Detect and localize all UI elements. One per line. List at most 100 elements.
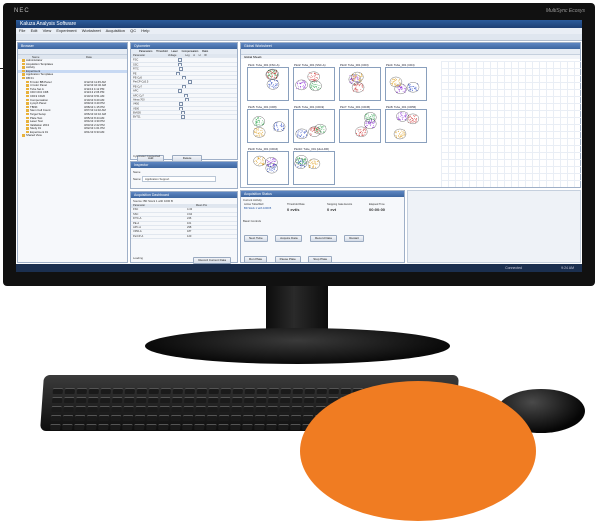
restart-button[interactable]: Restart <box>344 235 364 242</box>
taskbar-clock: 9:24 AM <box>561 266 574 270</box>
source-label: Source <box>133 199 142 203</box>
menu-experiment[interactable]: Experiment <box>56 28 76 33</box>
browser-item-label: Stem Cell Count <box>30 109 51 113</box>
checkbox-icon[interactable] <box>178 62 183 67</box>
checkbox-icon[interactable] <box>180 111 185 115</box>
dot-plot[interactable]: Plot9: Tube_001 (CD16) <box>247 147 289 185</box>
checkbox-icon[interactable] <box>181 75 186 80</box>
dashboard-param: PE-A <box>133 221 140 225</box>
menu-help[interactable]: Help <box>141 28 149 33</box>
keyboard-key <box>158 424 169 430</box>
checkbox-icon[interactable] <box>179 102 184 106</box>
record-data-button[interactable]: Record Data <box>309 235 337 242</box>
folder-icon <box>26 98 29 102</box>
parameter-name: BV711 <box>133 116 141 120</box>
menu-file[interactable]: File <box>19 28 25 33</box>
plot-title: Plot1: Tube_001 (FSC-A) <box>248 63 280 67</box>
next-tube-button[interactable]: Next Tube <box>244 235 268 242</box>
parameter-row[interactable]: BV711 <box>131 115 237 120</box>
checkbox-icon[interactable] <box>181 84 186 89</box>
acquisition-status-panel: Acquisition Status Current Activity Acti… <box>240 190 405 263</box>
keyboard-key <box>134 424 145 430</box>
checkbox-icon[interactable] <box>188 80 193 84</box>
plot-area: Plot1: Tube_001 (FSC-A) Plot2: Tube_001 (… <box>241 59 441 185</box>
source-value[interactable]: BD Stock 1 with 1000 B <box>143 199 172 203</box>
record-current-button[interactable]: Record Current Data <box>193 257 231 264</box>
dot-plot[interactable]: Plot1: Tube_001 (FSC-A) <box>247 63 289 101</box>
dot-plot[interactable]: Plot8: Tube_001 (CD56) <box>385 105 427 143</box>
folder-icon <box>26 102 29 105</box>
browser-item-label: 8 Color BB Panel <box>30 80 52 84</box>
checkbox-icon[interactable] <box>179 106 184 110</box>
keyboard-key <box>182 424 193 430</box>
dashboard-param: SSC <box>133 212 139 216</box>
keyboard-key <box>170 424 181 430</box>
dot-plot[interactable]: Plot4: Tube_001 (CD4) <box>385 63 427 101</box>
browser-item-label: Target Setup <box>30 112 46 116</box>
checkbox-icon[interactable] <box>184 97 189 102</box>
stop-plate-button[interactable]: Stop Plate <box>308 256 333 263</box>
parameter-name: SSC <box>133 63 139 67</box>
checkbox-icon[interactable] <box>178 89 183 93</box>
run-plate-button[interactable]: Run Plate <box>244 256 268 263</box>
checkbox-icon[interactable] <box>176 71 181 75</box>
checkbox-icon[interactable] <box>178 58 183 62</box>
inspector-name-label: Name <box>133 170 141 174</box>
checkbox-icon[interactable] <box>180 115 185 119</box>
checkbox-icon[interactable] <box>183 93 188 97</box>
inspector-panel: Inspector Name Name: Application Support <box>130 161 238 189</box>
folder-icon <box>26 112 29 116</box>
folder-icon <box>26 127 29 130</box>
pause-plate-button[interactable]: Pause Plate <box>274 256 301 263</box>
keyboard-key <box>230 424 241 430</box>
col-h: H <box>198 54 201 57</box>
col-parameter: Parameter <box>133 54 146 57</box>
browser-tree-item[interactable]: Shared View <box>18 134 127 138</box>
menu-acquisition[interactable]: Acquisition <box>106 28 125 33</box>
dot-plot[interactable]: Plot2: Tube_001 (SSC-A) <box>293 63 335 101</box>
folder-icon <box>26 91 29 94</box>
inspector-name-field[interactable]: Application Support <box>142 176 217 182</box>
dot-plot[interactable]: Plot6: Tube_001 (CD19) <box>293 105 335 143</box>
plot-scatter <box>348 71 365 93</box>
dashboard-param: FSC <box>133 208 139 212</box>
monitor-bezel: NEC MultiSync Ecosys Kaluza Analysis Sof… <box>3 3 595 286</box>
parameter-name: BV605 <box>133 111 141 115</box>
tab-ratio[interactable]: Ratio <box>202 50 208 53</box>
plot-title: Plot5: Tube_001 (CD8) <box>248 105 277 109</box>
plot-scatter <box>389 76 420 95</box>
checkbox-icon[interactable] <box>178 67 183 71</box>
dashboard-param: FITC-A <box>133 217 142 221</box>
plot-title: Plot8: Tube_001 (CD56) <box>386 105 417 109</box>
dot-plot[interactable]: Plot10: Tube_001 (HLA-DR) <box>293 147 335 185</box>
parameter-name: PerCP-Cy5.5 <box>133 81 149 85</box>
tab-compensation[interactable]: Compensation <box>182 50 199 53</box>
dashboard-row: PerCP-A 120 <box>131 234 237 240</box>
parameter-name: Alexa 700 <box>133 98 145 102</box>
browser-item-label: Activity <box>26 66 35 70</box>
menu-qc[interactable]: QC <box>130 28 136 33</box>
dot-plot[interactable]: Plot7: Tube_001 (CD45) <box>339 105 381 143</box>
tab-threshold[interactable]: Threshold <box>156 50 168 53</box>
dashboard-param: PerCP-A <box>133 234 144 238</box>
browser-item-label: TBNK <box>30 105 38 109</box>
tab-parameters[interactable]: Parameters <box>139 50 152 53</box>
dot-plot[interactable]: Plot5: Tube_001 (CD8) <box>247 105 289 143</box>
taskbar-status: Connected <box>505 266 522 270</box>
plot-scatter <box>295 71 322 92</box>
tab-laser[interactable]: Laser <box>171 50 178 53</box>
parameter-name: V450 <box>133 102 140 106</box>
acquire-data-button[interactable]: Acquire Data <box>275 235 303 242</box>
dot-plot[interactable]: Plot3: Tube_001 (CD3) <box>339 63 381 101</box>
folder-icon <box>26 94 29 98</box>
menu-edit[interactable]: Edit <box>31 28 38 33</box>
folder-icon <box>26 109 29 112</box>
screen: Kaluza Analysis Software File Edit View … <box>16 20 582 272</box>
keyboard-key <box>218 424 229 430</box>
menu-worksheet[interactable]: Worksheet <box>82 28 101 33</box>
menu-view[interactable]: View <box>43 28 52 33</box>
col-voltage: Voltage <box>167 54 177 57</box>
browser-item-label: Validation 2013 <box>30 123 50 127</box>
browser-item-label: CD3 CD4 CD8 <box>30 91 49 95</box>
dashboard-value: 246 <box>187 217 192 221</box>
